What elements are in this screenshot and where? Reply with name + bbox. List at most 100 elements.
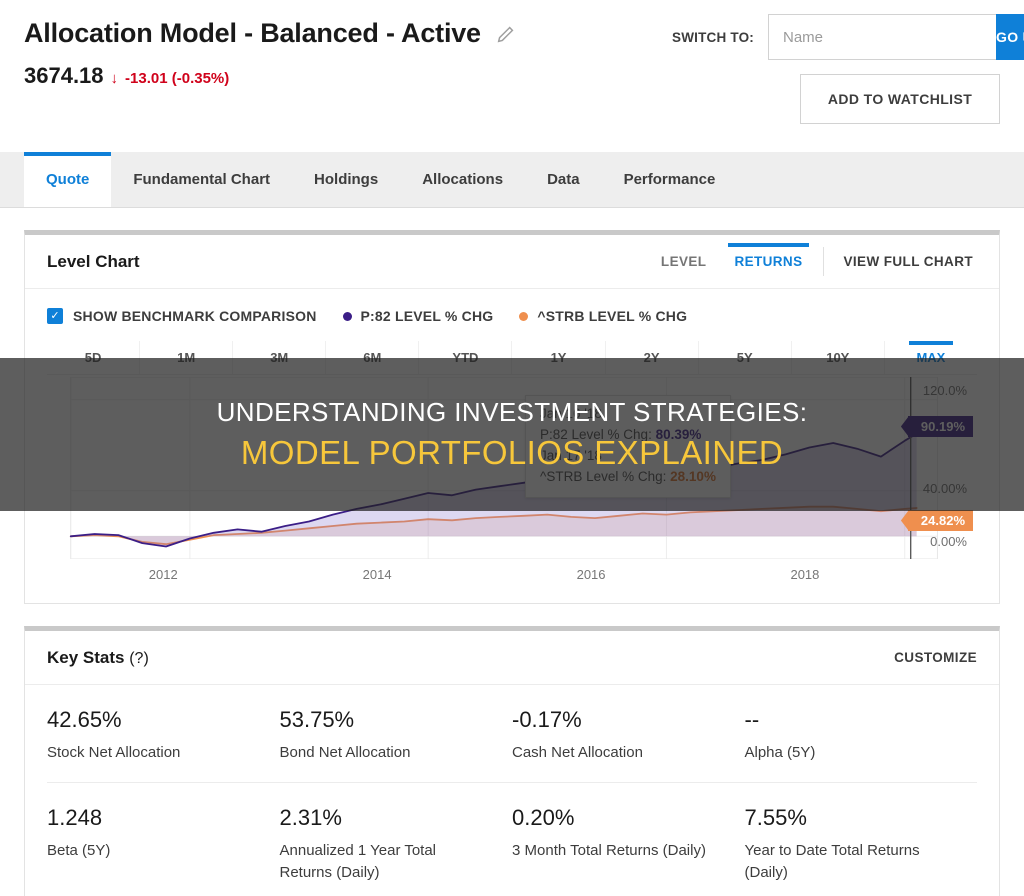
- chart-plot-area[interactable]: 120.0% 40.00% 0.00% 90.19% 24.82% Jan 16…: [47, 377, 977, 559]
- tooltip-date-2: Jan 17 '18: [540, 447, 602, 463]
- chart-mode-level[interactable]: LEVEL: [647, 235, 721, 288]
- stat-label: Year to Date Total Returns (Daily): [744, 841, 920, 881]
- tooltip-row-1-value: 80.39%: [655, 426, 702, 442]
- checkbox-checked-icon[interactable]: ✓: [47, 308, 63, 324]
- xtick-2016: 2016: [576, 567, 606, 582]
- stat-label: Beta (5Y): [47, 841, 111, 859]
- switch-to-label: SWITCH TO:: [672, 29, 754, 45]
- header-actions: SWITCH TO: GO ▶ ADD TO WATCHLIST: [610, 14, 1024, 124]
- chart-x-axis: 2012 2014 2016 2018: [47, 559, 977, 593]
- stat-value: 42.65%: [47, 707, 122, 732]
- tab-data[interactable]: Data: [525, 152, 602, 207]
- key-stats-title: Key Stats (?): [47, 648, 149, 668]
- tab-allocations[interactable]: Allocations: [400, 152, 525, 207]
- stat-value: 1.248: [47, 804, 103, 830]
- stat-cell: 7.55% Year to Date Total Returns (Daily): [745, 783, 978, 896]
- stat-value: 53.75%: [279, 707, 355, 732]
- stat-cell: 0.20% 3 Month Total Returns (Daily): [512, 783, 745, 896]
- level-chart-body: ✓ SHOW BENCHMARK COMPARISON P:82 LEVEL %…: [25, 289, 999, 603]
- stat-cell: -- Alpha (5Y): [744, 685, 977, 783]
- chart-tooltip: Jan 16 '18 P:82 Level % Chg: 80.39% Jan …: [525, 395, 731, 498]
- stat-label: Annualized 1 Year Total Returns (Daily): [279, 841, 437, 881]
- range-1m[interactable]: 1M: [140, 341, 234, 374]
- tooltip-row-2-label: ^STRB Level % Chg:: [540, 468, 667, 484]
- level-chart-header-actions: LEVEL RETURNS VIEW FULL CHART: [647, 235, 977, 288]
- range-5d[interactable]: 5D: [47, 341, 141, 374]
- tab-fundamental-chart[interactable]: Fundamental Chart: [111, 152, 292, 207]
- key-stats-header: Key Stats (?) CUSTOMIZE: [25, 631, 999, 685]
- legend-dot-orange-icon: [519, 311, 529, 321]
- range-5y[interactable]: 5Y: [699, 341, 792, 374]
- xtick-2018: 2018: [790, 567, 820, 582]
- range-3m[interactable]: 3M: [233, 341, 327, 374]
- down-arrow-icon: ↓: [110, 70, 119, 87]
- range-max[interactable]: MAX: [885, 341, 977, 374]
- key-stats-title-text: Key Stats: [47, 647, 125, 667]
- pencil-icon[interactable]: [495, 23, 517, 45]
- level-chart-card: Level Chart LEVEL RETURNS VIEW FULL CHAR…: [24, 230, 1000, 604]
- stat-cell: 42.65% Stock Net Allocation: [47, 685, 280, 783]
- stat-cell: 1.248 Beta (5Y): [47, 783, 280, 896]
- chart-legend: ✓ SHOW BENCHMARK COMPARISON P:82 LEVEL %…: [47, 303, 977, 329]
- stat-value: --: [744, 707, 760, 732]
- stat-value: 0.20%: [512, 804, 575, 830]
- legend-series-1-label: P:82 LEVEL % CHG: [360, 308, 494, 324]
- tab-quote[interactable]: Quote: [24, 152, 112, 207]
- stat-label: Stock Net Allocation: [47, 744, 181, 761]
- quote-change: -13.01 (-0.35%): [125, 70, 230, 87]
- go-button[interactable]: GO ▶: [996, 14, 1024, 60]
- stat-label: Bond Net Allocation: [279, 744, 411, 761]
- legend-dot-purple-icon: [342, 311, 352, 321]
- switch-to-box: GO ▶: [768, 14, 1024, 60]
- page-header: Allocation Model - Balanced - Active 367…: [0, 0, 1024, 152]
- view-full-chart-button[interactable]: VIEW FULL CHART: [830, 235, 978, 288]
- legend-series-2-label: ^STRB LEVEL % CHG: [537, 308, 688, 324]
- tab-performance[interactable]: Performance: [602, 152, 738, 207]
- key-stats-card: Key Stats (?) CUSTOMIZE 42.65% Stock Net…: [24, 626, 1000, 896]
- range-ytd[interactable]: YTD: [419, 341, 513, 374]
- help-icon[interactable]: (?): [129, 650, 149, 667]
- page-title: Allocation Model - Balanced - Active: [24, 18, 481, 48]
- go-button-label: GO: [996, 29, 1019, 45]
- level-chart-title: Level Chart: [47, 251, 140, 271]
- stat-value: 7.55%: [744, 804, 807, 830]
- range-10y[interactable]: 10Y: [792, 341, 885, 374]
- key-stats-grid: 42.65% Stock Net Allocation 53.75% Bond …: [25, 685, 999, 896]
- stat-label: Cash Net Allocation: [512, 744, 643, 761]
- badge-series-2-value: 24.82%: [907, 510, 973, 531]
- benchmark-checkbox-label: SHOW BENCHMARK COMPARISON: [73, 308, 317, 324]
- stat-cell: 2.31% Annualized 1 Year Total Returns (D…: [280, 783, 513, 896]
- stat-label: 3 Month Total Returns (Daily): [512, 841, 706, 859]
- tab-holdings[interactable]: Holdings: [292, 152, 400, 207]
- page-root: Allocation Model - Balanced - Active 367…: [0, 0, 1024, 896]
- stat-cell: -0.17% Cash Net Allocation: [512, 685, 745, 783]
- range-1y[interactable]: 1Y: [512, 341, 606, 374]
- badge-series-1-value: 90.19%: [907, 416, 973, 437]
- quote-price: 3674.18: [24, 63, 104, 88]
- legend-series-1[interactable]: P:82 LEVEL % CHG: [342, 308, 494, 324]
- level-chart-header: Level Chart LEVEL RETURNS VIEW FULL CHAR…: [25, 235, 999, 289]
- ytick-0: 0.00%: [930, 534, 967, 549]
- legend-series-2[interactable]: ^STRB LEVEL % CHG: [519, 308, 687, 324]
- header-divider: [822, 247, 824, 276]
- stat-value: -0.17%: [512, 707, 582, 732]
- tooltip-date-1: Jan 16 '18: [540, 406, 602, 421]
- tooltip-row-2: ^STRB Level % Chg: 28.10%: [540, 467, 716, 488]
- switch-to-row: SWITCH TO: GO ▶: [610, 14, 1024, 60]
- xtick-2014: 2014: [362, 567, 392, 582]
- benchmark-checkbox-wrap[interactable]: ✓ SHOW BENCHMARK COMPARISON: [47, 308, 317, 324]
- switch-to-input[interactable]: [768, 14, 996, 60]
- chart-mode-returns[interactable]: RETURNS: [720, 235, 816, 288]
- customize-button[interactable]: CUSTOMIZE: [894, 650, 977, 665]
- main-tabbar: Quote Fundamental Chart Holdings Allocat…: [0, 152, 1024, 208]
- time-range-selector: 5D 1M 3M 6M YTD 1Y 2Y 5Y 10Y MAX: [47, 341, 977, 375]
- ytick-40: 40.00%: [922, 481, 967, 496]
- add-to-watchlist-button[interactable]: ADD TO WATCHLIST: [800, 74, 1000, 124]
- range-6m[interactable]: 6M: [326, 341, 420, 374]
- range-2y[interactable]: 2Y: [606, 341, 699, 374]
- stat-value: 2.31%: [279, 804, 342, 830]
- tooltip-row-1-label: P:82 Level % Chg:: [540, 426, 652, 442]
- ytick-120: 120.0%: [922, 383, 967, 398]
- stat-cell: 53.75% Bond Net Allocation: [279, 685, 512, 783]
- stat-label: Alpha (5Y): [744, 744, 816, 761]
